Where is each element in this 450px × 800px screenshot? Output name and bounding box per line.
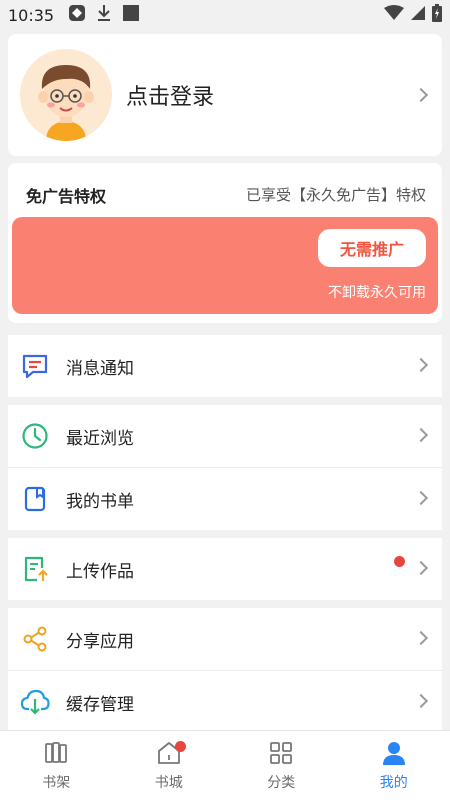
menu-item-history[interactable]: 最近浏览 bbox=[8, 405, 442, 467]
download-icon bbox=[96, 4, 112, 26]
menu-item-booklist[interactable]: 我的书单 bbox=[8, 468, 442, 530]
chevron-right-icon bbox=[413, 87, 429, 103]
share-icon bbox=[20, 624, 50, 654]
menu-label-booklist: 我的书单 bbox=[66, 491, 134, 512]
vip-status: 已享受【永久免广告】特权 bbox=[245, 186, 426, 204]
battery-icon bbox=[432, 4, 442, 26]
bottom-nav: 书架 书城 分类 我的 bbox=[0, 730, 450, 800]
signal-icon bbox=[410, 5, 426, 25]
tab-label-bookshelf: 书架 bbox=[42, 774, 71, 791]
menu-label-history: 最近浏览 bbox=[66, 428, 134, 449]
user-icon bbox=[381, 740, 407, 766]
app-notification-icon bbox=[68, 4, 86, 26]
chevron-right-icon bbox=[413, 560, 429, 576]
tab-bookshelf[interactable]: 书架 bbox=[0, 731, 113, 800]
menu-label-share: 分享应用 bbox=[66, 631, 134, 652]
status-time: 10:35 bbox=[8, 5, 55, 25]
no-promotion-button[interactable]: 无需推广 bbox=[318, 229, 426, 267]
menu-label-notifications: 消息通知 bbox=[66, 358, 134, 379]
menu-label-upload: 上传作品 bbox=[66, 561, 134, 582]
vip-title: 免广告特权 bbox=[26, 187, 107, 206]
chevron-right-icon bbox=[413, 693, 429, 709]
tab-label-mine: 我的 bbox=[379, 774, 408, 791]
message-icon bbox=[20, 351, 50, 381]
vip-banner: 无需推广 不卸载永久可用 bbox=[12, 217, 438, 314]
tab-bookstore[interactable]: 书城 bbox=[113, 731, 226, 800]
chevron-right-icon bbox=[413, 630, 429, 646]
vip-subtitle: 不卸载永久可用 bbox=[328, 285, 426, 301]
vip-card: 免广告特权 已享受【永久免广告】特权 无需推广 不卸载永久可用 bbox=[8, 163, 442, 323]
profile-card[interactable]: 点击登录 bbox=[8, 34, 442, 156]
category-grid-icon bbox=[268, 740, 294, 766]
wifi-icon bbox=[384, 5, 404, 25]
menu-item-share[interactable]: 分享应用 bbox=[8, 608, 442, 670]
status-bar: 10:35 bbox=[0, 0, 450, 30]
cloud-download-icon bbox=[20, 687, 50, 717]
tab-category[interactable]: 分类 bbox=[225, 731, 338, 800]
book-icon bbox=[20, 484, 50, 514]
upload-document-icon bbox=[20, 554, 50, 584]
tab-label-bookstore: 书城 bbox=[154, 774, 183, 791]
chevron-right-icon bbox=[413, 427, 429, 443]
bookshelf-icon bbox=[43, 740, 69, 766]
clock-icon bbox=[20, 421, 50, 451]
avatar[interactable] bbox=[20, 49, 112, 141]
square-icon bbox=[122, 4, 140, 26]
notification-dot bbox=[394, 556, 405, 567]
menu-item-cache[interactable]: 缓存管理 bbox=[8, 671, 442, 733]
chevron-right-icon bbox=[413, 357, 429, 373]
chevron-right-icon bbox=[413, 490, 429, 506]
tab-mine[interactable]: 我的 bbox=[338, 731, 450, 800]
menu-item-notifications[interactable]: 消息通知 bbox=[8, 335, 442, 397]
menu-item-upload[interactable]: 上传作品 bbox=[8, 538, 442, 600]
notification-dot bbox=[174, 741, 186, 752]
menu-label-cache: 缓存管理 bbox=[66, 694, 134, 715]
login-label[interactable]: 点击登录 bbox=[126, 79, 214, 111]
tab-label-category: 分类 bbox=[267, 774, 296, 791]
